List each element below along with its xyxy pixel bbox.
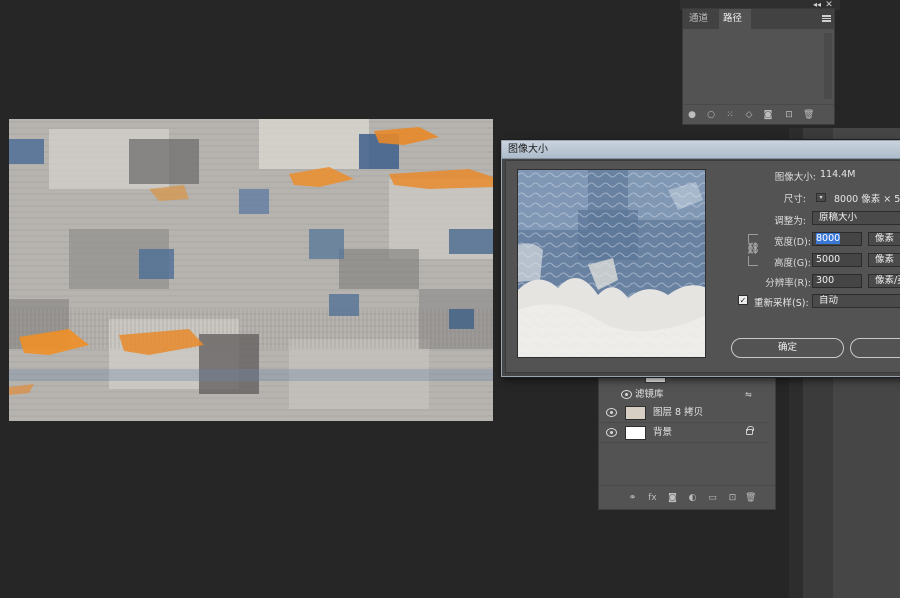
dialog-title: 图像大小 bbox=[508, 144, 548, 155]
eye-icon[interactable] bbox=[606, 428, 617, 437]
trash-icon[interactable]: 🗑 bbox=[803, 110, 814, 120]
image-preview[interactable] bbox=[517, 169, 706, 358]
fx-icon[interactable]: fx bbox=[647, 493, 658, 504]
image-size-label: 图像大小: bbox=[774, 172, 816, 183]
resolution-input[interactable]: 300 bbox=[812, 274, 862, 288]
trash-icon[interactable]: 🗑 bbox=[745, 493, 756, 504]
filter-row[interactable]: 滤镜库 ⇋ bbox=[599, 385, 767, 405]
height-label: 高度(G): bbox=[774, 258, 811, 269]
dimensions-options-button[interactable]: ▾ bbox=[816, 193, 826, 202]
dimensions-value: 8000 像素 × 50 bbox=[834, 194, 900, 205]
filter-label: 滤镜库 bbox=[635, 389, 664, 400]
paths-list bbox=[683, 29, 834, 105]
resolution-unit-select[interactable]: 像素/英 bbox=[868, 274, 900, 288]
scrollbar[interactable] bbox=[824, 33, 832, 99]
layer-row[interactable]: 背景 bbox=[599, 423, 767, 443]
dimensions-label: 尺寸: bbox=[783, 194, 806, 205]
resolution-label: 分辨率(R): bbox=[765, 278, 811, 289]
resample-checkbox[interactable]: ✓ bbox=[738, 295, 748, 305]
cancel-button[interactable]: 取 bbox=[850, 338, 900, 358]
adjustment-layer-icon[interactable]: ◐ bbox=[687, 493, 698, 504]
width-unit-select[interactable]: 像素 bbox=[868, 232, 900, 246]
eye-icon[interactable] bbox=[606, 408, 617, 417]
panel-tabbar: 通道 路径 bbox=[683, 9, 834, 29]
load-selection-icon[interactable]: ⁙ bbox=[725, 110, 735, 120]
new-layer-icon[interactable]: ⊡ bbox=[727, 493, 738, 504]
layer-thumbnail bbox=[625, 406, 646, 420]
layer-row[interactable]: 图层 8 拷贝 bbox=[599, 403, 767, 423]
dialog-titlebar[interactable]: 图像大小 bbox=[502, 141, 900, 159]
image-size-value: 114.4M bbox=[820, 169, 856, 180]
lock-icon bbox=[746, 426, 754, 435]
layers-panel: 滤镜库 ⇋ 图层 8 拷贝 背景 ⚭ fx ◙ ◐ ▭ ⊡ 🗑 bbox=[598, 370, 776, 510]
canvas-image[interactable] bbox=[9, 119, 493, 421]
image-size-dialog: 图像大小 图像大小: 114.4M 尺寸: ▾ 8000 像素 × 50 调整为… bbox=[501, 140, 900, 377]
height-unit-select[interactable]: 像素 bbox=[868, 253, 900, 267]
add-mask-icon[interactable]: ◙ bbox=[667, 493, 678, 504]
new-path-icon[interactable]: ⊡ bbox=[784, 110, 794, 120]
tab-channels[interactable]: 通道 bbox=[685, 9, 719, 29]
preview-texture bbox=[518, 170, 705, 357]
fit-to-select[interactable]: 原稿大小 bbox=[812, 211, 900, 225]
panel-menu-icon[interactable] bbox=[822, 15, 831, 22]
make-work-path-icon[interactable]: ◇ bbox=[744, 110, 754, 120]
abstract-texture-artwork bbox=[9, 119, 493, 421]
paths-panel: 通道 路径 ● ○ ⁙ ◇ ◙ ⊡ 🗑 bbox=[682, 8, 835, 125]
width-label: 宽度(D): bbox=[774, 237, 811, 248]
resample-select[interactable]: 自动 bbox=[812, 294, 900, 308]
link-layers-icon[interactable]: ⚭ bbox=[627, 493, 638, 504]
eye-icon[interactable] bbox=[621, 390, 632, 399]
tab-paths[interactable]: 路径 bbox=[719, 9, 751, 29]
stroke-path-icon[interactable]: ○ bbox=[706, 110, 716, 120]
height-input[interactable]: 5000 bbox=[812, 253, 862, 267]
layer-name: 背景 bbox=[653, 427, 673, 438]
width-value: 8000 bbox=[816, 233, 841, 244]
resample-label: 重新采样(S): bbox=[754, 298, 809, 309]
dialog-body: 图像大小: 114.4M 尺寸: ▾ 8000 像素 × 50 调整为: 原稿大… bbox=[505, 160, 900, 373]
width-input[interactable]: 8000 bbox=[812, 232, 862, 246]
fit-to-label: 调整为: bbox=[774, 216, 806, 227]
paths-footer: ● ○ ⁙ ◇ ◙ ⊡ 🗑 bbox=[683, 104, 834, 124]
layer-name: 图层 8 拷贝 bbox=[653, 407, 704, 418]
layer-thumbnail bbox=[625, 426, 646, 440]
ok-button[interactable]: 确定 bbox=[731, 338, 844, 358]
filter-options-icon[interactable]: ⇋ bbox=[745, 391, 755, 399]
add-mask-icon[interactable]: ◙ bbox=[763, 110, 773, 120]
folder-icon[interactable]: ▭ bbox=[707, 493, 718, 504]
layers-footer: ⚭ fx ◙ ◐ ▭ ⊡ 🗑 bbox=[599, 485, 775, 509]
link-icon[interactable]: ⛓ bbox=[746, 242, 760, 256]
fill-path-icon[interactable]: ● bbox=[687, 110, 697, 120]
